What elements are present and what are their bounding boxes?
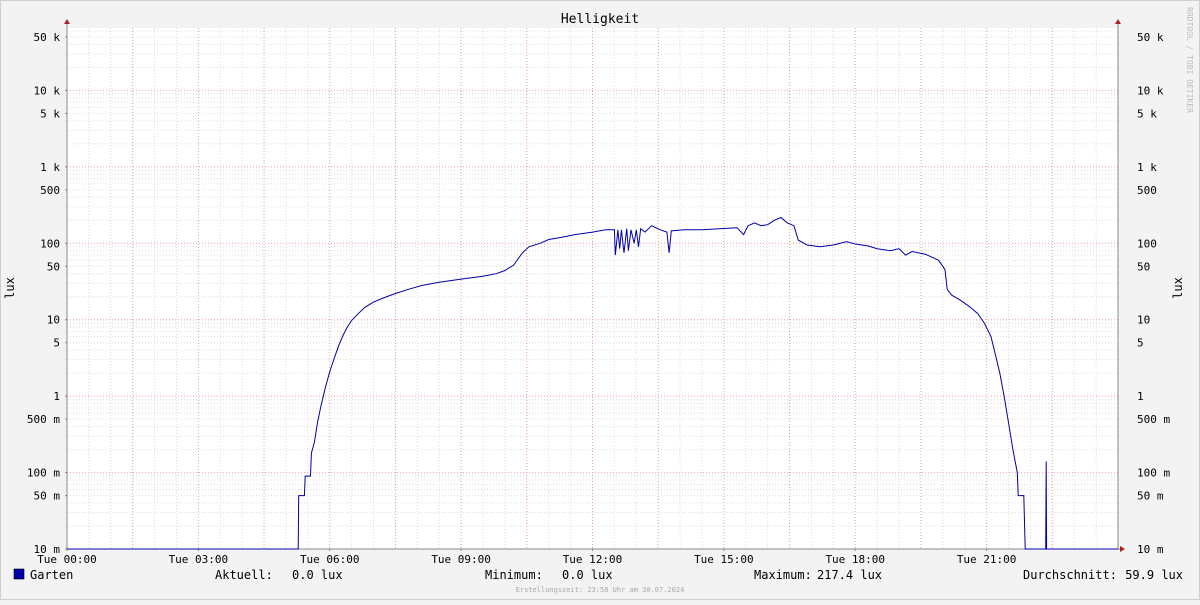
legend-max-value: 217.4 lux	[817, 568, 882, 582]
x-tick-label: Tue 18:00	[825, 553, 885, 566]
y-tick-label-left: 1	[53, 390, 60, 403]
x-tick-label: Tue 12:00	[563, 553, 623, 566]
legend-series-name: Garten	[30, 568, 73, 582]
x-tick-label: Tue 00:00	[37, 553, 97, 566]
y-tick-label-left: 50 m	[34, 490, 61, 503]
y-tick-label-right: 10 m	[1137, 543, 1164, 556]
y-tick-label-right: 5	[1137, 337, 1144, 350]
watermark: RRDTOOL / TOBI OETIKER	[1185, 7, 1194, 113]
legend-avg-value: 59.9 lux	[1125, 568, 1183, 582]
legend-current-value: 0.0 lux	[292, 568, 343, 582]
y-tick-label-left: 1 k	[40, 161, 60, 174]
y-tick-label-right: 1	[1137, 390, 1144, 403]
y-axis-label-left: lux	[3, 277, 17, 299]
legend-min-label: Minimum:	[485, 568, 543, 582]
y-tick-label-right: 100	[1137, 237, 1157, 250]
y-tick-label-right: 50	[1137, 260, 1150, 273]
y-tick-label-left: 50 k	[34, 31, 61, 44]
legend-max-label: Maximum:	[754, 568, 812, 582]
x-tick-label: Tue 03:00	[169, 553, 229, 566]
legend-min-value: 0.0 lux	[562, 568, 613, 582]
y-tick-label-left: 50	[47, 260, 60, 273]
y-tick-label-right: 50 k	[1137, 31, 1164, 44]
x-tick-label: Tue 09:00	[431, 553, 491, 566]
footer-timestamp: Erstellungszeit: 23:58 Uhr am 30.07.2024	[516, 586, 685, 594]
y-tick-label-left: 100	[40, 237, 60, 250]
y-tick-label-left: 10 k	[34, 84, 61, 97]
y-tick-label-left: 10	[47, 314, 60, 327]
brightness-chart: 50 k 50 k10 k 10 k5 k5 k1 k1 k500 500100 100…	[0, 0, 1200, 600]
y-tick-label-left: 500	[40, 184, 60, 197]
y-tick-label-right: 5 k	[1137, 107, 1157, 120]
x-tick-label: Tue 15:00	[694, 553, 754, 566]
y-tick-label-right: 1 k	[1137, 161, 1157, 174]
y-tick-label-right: 10	[1137, 314, 1150, 327]
chart-title: Helligkeit	[561, 12, 639, 27]
legend-avg-label: Durchschnitt:	[1023, 568, 1117, 582]
legend-swatch-garten	[13, 568, 25, 580]
y-tick-label-right: 10 k	[1137, 84, 1164, 97]
y-tick-label-right: 50 m	[1137, 490, 1164, 503]
x-tick-label: Tue 06:00	[300, 553, 360, 566]
y-tick-label-right: 500 m	[1137, 413, 1170, 426]
y-tick-label-left: 100 m	[27, 467, 60, 480]
rrd-graph: 50 k 50 k 10 k 10 k5 k5 k1 k1 k 500 500 100 100…	[0, 0, 1200, 600]
y-axis-label-right: lux	[1171, 277, 1185, 299]
y-tick-label-left: 5 k	[40, 107, 60, 120]
legend-current-label: Aktuell:	[215, 568, 273, 582]
y-tick-label-right: 100 m	[1137, 467, 1170, 480]
y-tick-label-right: 500	[1137, 184, 1157, 197]
y-tick-label-left: 500 m	[27, 413, 60, 426]
y-tick-label-left: 5	[53, 337, 60, 350]
x-tick-label: Tue 21:00	[957, 553, 1017, 566]
